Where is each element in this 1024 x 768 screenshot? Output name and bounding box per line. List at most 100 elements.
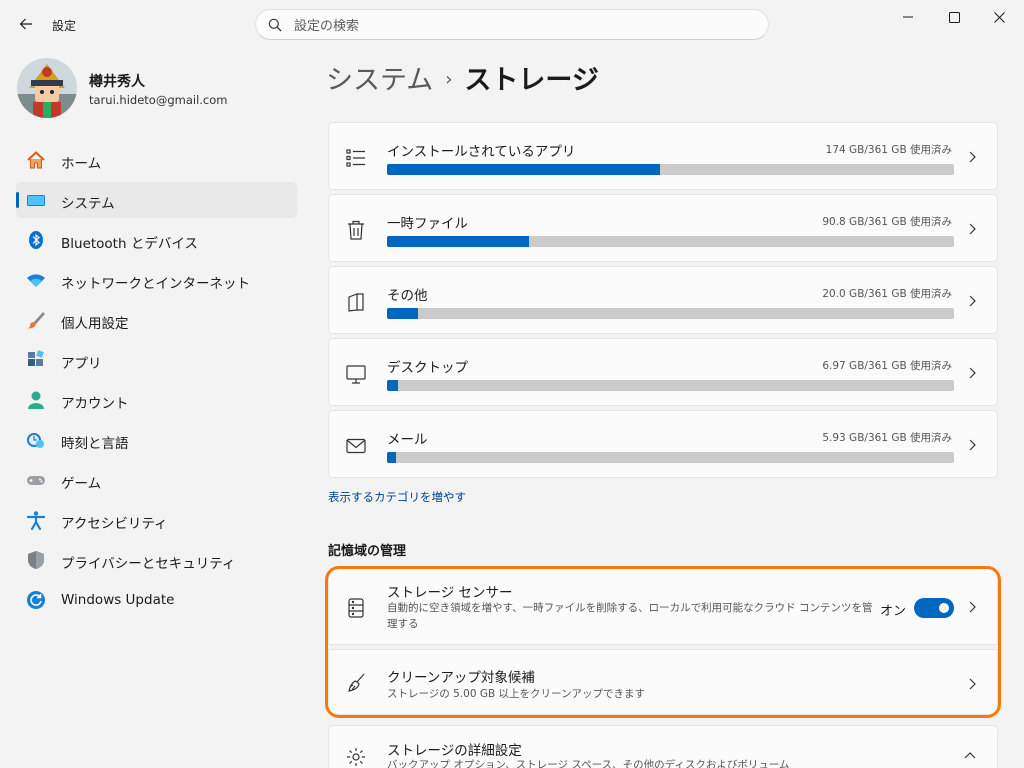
chevron-right-icon [969, 601, 976, 613]
category-usage: 20.0 GB/361 GB 使用済み [822, 288, 952, 300]
shield-icon [28, 551, 44, 569]
chevron-right-icon [969, 223, 976, 235]
usage-bar-fill [387, 452, 397, 463]
system-icon [27, 195, 45, 206]
sidebar-item-label: Windows Update [61, 592, 175, 608]
title-bar: 設定 設定の検索 [0, 0, 1024, 50]
breadcrumb-parent[interactable]: システム [326, 65, 433, 96]
section-title-storage-management: 記憶域の管理 [328, 544, 407, 559]
category-usage: 174 GB/361 GB 使用済み [825, 144, 952, 156]
sidebar-item-label: アクセシビリティ [61, 516, 168, 532]
sidebar-item-personalization[interactable]: 個人用設定 [16, 302, 297, 338]
storage-category-desktop[interactable]: デスクトップ 6.97 GB/361 GB 使用済み [328, 338, 998, 406]
desktop-icon [346, 365, 366, 384]
back-button[interactable] [14, 12, 38, 36]
minimize-button[interactable] [886, 6, 930, 28]
accessibility-icon [26, 511, 46, 530]
sidebar-item-label: アプリ [61, 356, 102, 372]
toggle-knob [939, 603, 949, 613]
time-language-icon [27, 433, 44, 448]
apps-list-icon [346, 149, 365, 167]
sidebar-item-accessibility[interactable]: アクセシビリティ [16, 502, 297, 538]
wifi-icon [27, 274, 45, 287]
usage-bar [387, 236, 954, 247]
sidebar-item-label: ネットワークとインターネット [61, 276, 250, 292]
storage-drive-icon [348, 598, 364, 618]
sidebar-item-apps[interactable]: アプリ [16, 342, 297, 378]
close-icon [993, 11, 1005, 23]
show-more-categories-link[interactable]: 表示するカテゴリを増やす [328, 489, 466, 505]
back-arrow-icon [19, 18, 32, 30]
storage-sense-description-line: 理する [387, 618, 419, 630]
mail-icon [346, 438, 366, 454]
category-usage: 6.97 GB/361 GB 使用済み [822, 360, 952, 372]
usage-bar [387, 164, 954, 175]
usage-bar-fill [387, 164, 661, 175]
cleanup-description: ストレージの 5.00 GB 以上をクリーンアップできます [387, 688, 645, 700]
category-usage: 90.8 GB/361 GB 使用済み [822, 216, 952, 228]
storage-sense-row[interactable]: ストレージ センサー 自動的に空き領域を増やす、一時ファイルを削除する、ローカル… [328, 568, 998, 645]
usage-bar-fill [387, 380, 398, 391]
sidebar-nav: ホーム システム Bluetooth とデバイス ネットワークとインターネット … [16, 142, 297, 622]
cleanup-recommendations-row[interactable]: クリーンアップ対象候補 ストレージの 5.00 GB 以上をクリーンアップできま… [328, 649, 998, 715]
maximize-button[interactable] [932, 6, 976, 28]
search-input[interactable]: 設定の検索 [255, 9, 769, 40]
sidebar-item-label: ホーム [61, 156, 102, 172]
usage-bar [387, 452, 954, 463]
sidebar-item-bluetooth[interactable]: Bluetooth とデバイス [16, 222, 297, 258]
category-title: インストールされているアプリ [387, 144, 576, 160]
avatar-image-icon [17, 58, 77, 118]
sidebar-item-accounts[interactable]: アカウント [16, 382, 297, 418]
category-usage: 5.93 GB/361 GB 使用済み [822, 432, 952, 444]
storage-sense-title: ストレージ センサー [387, 585, 513, 601]
bluetooth-icon [29, 231, 43, 249]
advanced-storage-settings-row[interactable]: ストレージの詳細設定 バックアップ オプション、ストレージ スペース、その他のデ… [328, 725, 998, 768]
apps-icon [28, 350, 44, 366]
sidebar-item-label: 時刻と言語 [61, 436, 129, 452]
chevron-up-icon [964, 752, 976, 759]
advanced-storage-title: ストレージの詳細設定 [387, 743, 522, 759]
sidebar-item-time-language[interactable]: 時刻と言語 [16, 422, 297, 458]
usage-bar-fill [387, 308, 419, 319]
sidebar-item-label: 個人用設定 [61, 316, 129, 332]
usage-bar [387, 308, 954, 319]
chevron-right-icon [969, 367, 976, 379]
broom-icon [348, 673, 365, 692]
sidebar-item-network[interactable]: ネットワークとインターネット [16, 262, 297, 298]
app-title: 設定 [52, 19, 77, 33]
sidebar-item-windows-update[interactable]: Windows Update [16, 582, 297, 618]
search-icon [268, 18, 282, 31]
home-icon [27, 151, 45, 169]
search-placeholder: 設定の検索 [294, 19, 360, 34]
breadcrumb-separator: › [445, 69, 453, 90]
chevron-right-icon [969, 151, 976, 163]
storage-sense-description-line: 自動的に空き領域を増やす、一時ファイルを削除する、ローカルで利用可能なクラウド … [387, 602, 873, 614]
gear-icon [347, 748, 365, 766]
sidebar-item-gaming[interactable]: ゲーム [16, 462, 297, 498]
update-icon [27, 591, 45, 609]
storage-category-other[interactable]: その他 20.0 GB/361 GB 使用済み [328, 266, 998, 334]
user-name: 樽井秀人 [89, 74, 145, 90]
cleanup-title: クリーンアップ対象候補 [387, 670, 535, 686]
category-title: その他 [387, 288, 428, 304]
sidebar-item-label: システム [61, 196, 115, 212]
avatar[interactable] [17, 58, 77, 118]
storage-sense-description: 自動的に空き領域を増やす、一時ファイルを削除する、ローカルで利用可能なクラウド … [387, 600, 873, 632]
usage-bar-fill [387, 236, 530, 247]
usage-bar [387, 380, 954, 391]
user-email: tarui.hideto@gmail.com [89, 93, 228, 107]
chevron-right-icon [969, 439, 976, 451]
maximize-icon [948, 11, 960, 23]
storage-category-temp-files[interactable]: 一時ファイル 90.8 GB/361 GB 使用済み [328, 194, 998, 262]
sidebar-item-label: ゲーム [61, 476, 102, 492]
account-icon [28, 391, 44, 409]
sidebar-item-home[interactable]: ホーム [16, 142, 297, 178]
minimize-icon [903, 16, 913, 18]
close-button[interactable] [977, 6, 1021, 28]
sidebar-item-privacy-security[interactable]: プライバシーとセキュリティ [16, 542, 297, 578]
storage-category-apps[interactable]: インストールされているアプリ 174 GB/361 GB 使用済み [328, 122, 998, 190]
category-title: 一時ファイル [387, 216, 468, 232]
storage-category-mail[interactable]: メール 5.93 GB/361 GB 使用済み [328, 410, 998, 478]
sidebar-item-system[interactable]: システム [16, 182, 297, 218]
storage-sense-toggle[interactable] [914, 598, 954, 618]
